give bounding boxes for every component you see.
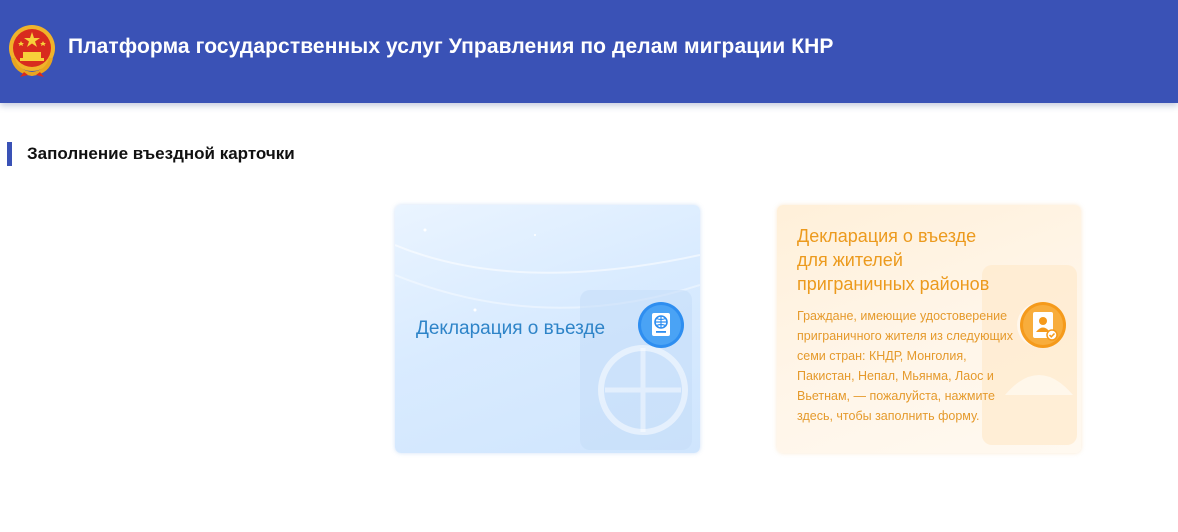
title-line-3: приграничных районов: [797, 274, 990, 294]
title-line-2: для жителей: [797, 250, 903, 270]
border-resident-declaration-title: Декларация о въезде для жителей приграни…: [797, 224, 1027, 296]
border-resident-declaration-card[interactable]: Декларация о въезде для жителей приграни…: [777, 205, 1081, 453]
page-title: Платформа государственных услуг Управлен…: [68, 35, 834, 58]
passport-globe-icon: [638, 302, 684, 348]
section-title: Заполнение въездной карточки: [27, 144, 295, 163]
entry-declaration-title: Декларация о въезде: [416, 318, 606, 339]
national-emblem-icon: [9, 25, 55, 77]
entry-declaration-card[interactable]: Декларация о въезде: [395, 205, 700, 453]
section-accent-bar: [7, 142, 12, 166]
border-resident-description: Граждане, имеющие удостоверение приграни…: [797, 309, 1013, 423]
header: Платформа государственных услуг Управлен…: [0, 0, 1178, 103]
id-card-icon: [1020, 302, 1066, 348]
title-line-1: Декларация о въезде: [797, 226, 977, 246]
